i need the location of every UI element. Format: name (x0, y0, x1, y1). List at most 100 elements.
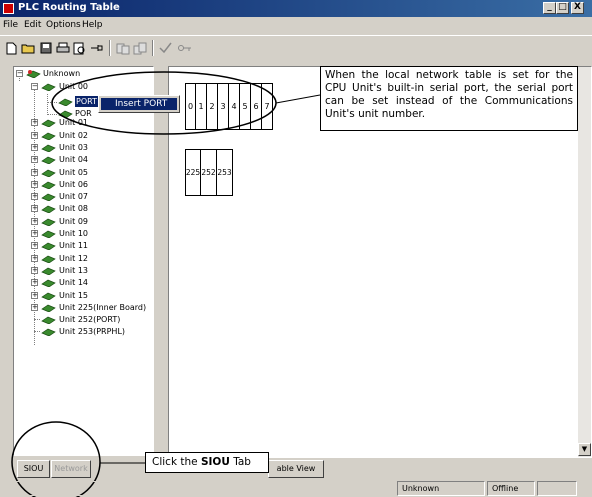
unit-row: 0 1 2 3 4 5 6 7 (185, 83, 273, 130)
status-bar: Unknown Offline (0, 478, 592, 497)
status-panel-main (2, 481, 396, 496)
expand-unit-icon[interactable]: + (31, 217, 38, 225)
table-cell[interactable]: 1 (196, 83, 207, 130)
expand-unit-icon[interactable]: + (31, 193, 38, 201)
expand-unit-icon[interactable]: + (31, 230, 38, 237)
unit-icon (41, 291, 56, 300)
unit-icon (41, 315, 56, 325)
tree-unit-label[interactable]: Unit 05 (59, 167, 88, 178)
tab-siou[interactable]: SIOU (17, 460, 50, 478)
tree-unit-label[interactable]: Unit 03 (59, 142, 88, 153)
table-cell[interactable]: 253 (217, 149, 233, 196)
transfer-to-plc-icon[interactable] (131, 40, 148, 56)
tree-unit-label[interactable]: Unit 11 (59, 240, 88, 251)
unit-icon (41, 192, 56, 202)
unit-tree-pane[interactable]: − Unknown − Unit 00 + Unit 01 + Unit 02 + Unit … (13, 66, 154, 456)
tab-table-view[interactable]: able View (268, 460, 324, 478)
menu-file[interactable]: File (3, 20, 18, 30)
tree-unit-label[interactable]: Unit 13 (59, 265, 88, 276)
title-bar: PLC Routing Table _ □ X (0, 0, 592, 17)
close-button[interactable]: X (571, 2, 584, 14)
unit-icon (41, 118, 56, 128)
minimize-button[interactable]: _ (543, 2, 556, 14)
tree-unit-label[interactable]: Unit 00 (59, 81, 88, 92)
tab-callout: Click the SIOU Tab (145, 452, 269, 473)
expand-unit-icon[interactable]: + (31, 143, 38, 151)
table-cell[interactable]: 5 (240, 83, 251, 130)
tree-unit-label[interactable]: Unit 10 (59, 228, 88, 239)
table-cell[interactable]: 6 (251, 83, 262, 130)
expand-unit-icon[interactable]: + (31, 266, 38, 274)
tree-unit-label[interactable]: Unit 225(Inner Board) (59, 302, 146, 313)
port-icon (58, 97, 73, 107)
collapse-root-icon[interactable]: − (16, 70, 23, 77)
tree-unit-label[interactable]: Unit 07 (59, 191, 88, 202)
unit-icon (41, 266, 56, 276)
menu-options[interactable]: Options (46, 20, 81, 30)
tree-item-port-selected[interactable]: PORT (75, 96, 98, 107)
new-file-icon[interactable] (3, 40, 20, 56)
pane-splitter[interactable] (155, 66, 167, 458)
network-root-icon (26, 69, 41, 79)
tree-unit-label[interactable]: Unit 08 (59, 203, 88, 214)
tree-unit-label[interactable]: Unit 252(PORT) (59, 314, 120, 325)
vertical-scrollbar[interactable]: ▼ (578, 67, 591, 457)
menu-edit[interactable]: Edit (24, 20, 41, 30)
tab-callout-bold: SIOU (200, 456, 230, 468)
print-icon[interactable] (54, 40, 71, 56)
unit-icon (41, 155, 56, 165)
menu-help[interactable]: Help (82, 20, 103, 30)
collapse-unit-icon[interactable]: − (31, 83, 38, 90)
unit-icon (41, 204, 56, 214)
table-cell[interactable]: 7 (262, 83, 273, 130)
unit-icon (41, 143, 56, 153)
print-preview-icon[interactable] (71, 40, 88, 56)
unit-icon (41, 229, 56, 239)
unit-icon (41, 131, 56, 140)
transfer-to-pc-icon[interactable] (114, 40, 131, 56)
table-cell[interactable]: 3 (218, 83, 229, 130)
tree-unit-label[interactable]: Unit 253(PRPHL) (59, 326, 125, 337)
table-cell[interactable]: 225 (185, 149, 201, 196)
toolbar (0, 35, 592, 60)
pin-icon[interactable] (88, 40, 105, 56)
expand-unit-icon[interactable]: + (31, 180, 38, 188)
save-icon[interactable] (37, 40, 54, 56)
expand-unit-icon[interactable]: + (31, 303, 38, 311)
tree-unit-label[interactable]: Unit 04 (59, 154, 88, 165)
maximize-button[interactable]: □ (556, 2, 569, 14)
tab-network[interactable]: Network (51, 460, 91, 478)
table-cell[interactable]: 4 (229, 83, 240, 130)
table-cell[interactable]: 252 (201, 149, 217, 196)
tree-unit-label[interactable]: Unit 02 (59, 130, 88, 141)
tree-root-label[interactable]: Unknown (43, 68, 80, 79)
expand-unit-icon[interactable]: + (31, 291, 38, 299)
status-project: Unknown (397, 481, 485, 496)
expand-unit-icon[interactable]: + (31, 168, 38, 176)
tree-item-port-2[interactable]: POR (75, 108, 92, 119)
expand-unit-icon[interactable]: + (31, 131, 38, 139)
context-menu: Insert PORT (98, 95, 180, 113)
insert-port-menu-item[interactable]: Insert PORT (101, 98, 177, 110)
expand-unit-icon[interactable]: + (31, 156, 38, 164)
tree-unit-label[interactable]: Unit 14 (59, 277, 88, 288)
expand-unit-icon[interactable]: + (31, 205, 38, 213)
check-icon[interactable] (157, 40, 174, 56)
tree-unit-label[interactable]: Unit 12 (59, 253, 88, 264)
scroll-down-arrow[interactable]: ▼ (578, 443, 591, 456)
app-icon (3, 3, 14, 14)
expand-unit-icon[interactable]: + (31, 279, 38, 287)
expand-unit-icon[interactable]: + (31, 254, 38, 262)
unit-icon (41, 327, 56, 337)
table-cell[interactable]: 0 (185, 83, 196, 130)
tree-unit-label[interactable]: Unit 15 (59, 290, 88, 301)
table-cell[interactable]: 2 (207, 83, 218, 130)
tree-unit-label[interactable]: Unit 09 (59, 216, 88, 227)
tree-unit-label[interactable]: Unit 06 (59, 179, 88, 190)
tab-callout-suffix: Tab (229, 456, 251, 468)
open-folder-icon[interactable] (20, 40, 37, 56)
expand-unit-icon[interactable]: + (31, 119, 38, 127)
unit-icon (41, 217, 56, 227)
key-icon[interactable] (176, 40, 193, 56)
expand-unit-icon[interactable]: + (31, 242, 38, 250)
